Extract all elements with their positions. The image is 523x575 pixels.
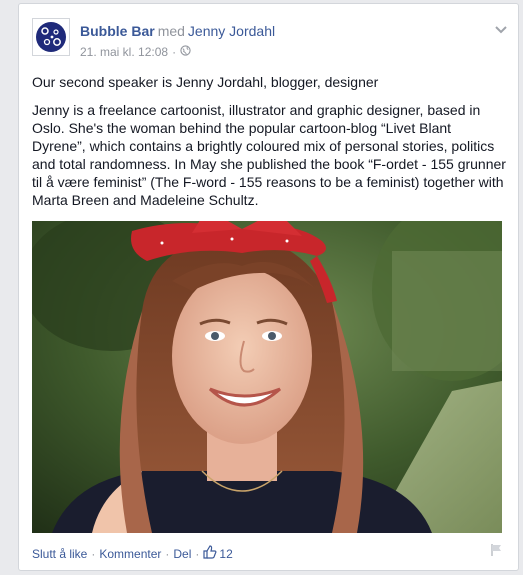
page-name-link[interactable]: Bubble Bar bbox=[80, 23, 155, 39]
bubble-bar-logo bbox=[36, 22, 66, 52]
post-body: Our second speaker is Jenny Jordahl, blo… bbox=[32, 73, 508, 219]
with-word: med bbox=[157, 23, 185, 39]
thumbs-up-icon bbox=[203, 545, 217, 562]
post-card: Bubble Bar med Jenny Jordahl 21. mai kl. 1… bbox=[18, 3, 519, 571]
comment-link[interactable]: Kommenter bbox=[99, 547, 161, 561]
meta-separator: · bbox=[172, 45, 177, 59]
action-separator: · bbox=[91, 546, 96, 561]
post-paragraph-2: Jenny is a freelance cartoonist, illustr… bbox=[32, 102, 506, 208]
flag-icon[interactable] bbox=[490, 543, 504, 562]
post-actions: Slutt å like · Kommenter · Del · 12 bbox=[32, 545, 233, 562]
portrait-photo bbox=[32, 221, 502, 533]
like-count-text[interactable]: 12 bbox=[219, 547, 232, 561]
globe-icon[interactable] bbox=[180, 45, 191, 59]
like-count[interactable]: 12 bbox=[203, 545, 233, 562]
tagged-person-link[interactable]: Jenny Jordahl bbox=[188, 23, 275, 39]
post-meta: 21. mai kl. 12:08 · bbox=[80, 45, 191, 59]
timestamp-link[interactable]: 21. mai kl. 12:08 bbox=[80, 45, 168, 59]
action-separator: · bbox=[195, 546, 200, 561]
page-avatar[interactable] bbox=[32, 18, 70, 56]
chevron-down-icon[interactable] bbox=[494, 22, 508, 34]
action-separator: · bbox=[165, 546, 170, 561]
post-photo[interactable] bbox=[32, 221, 502, 533]
unlike-link[interactable]: Slutt å like bbox=[32, 547, 87, 561]
share-link[interactable]: Del bbox=[173, 547, 191, 561]
post-header: Bubble Bar med Jenny Jordahl bbox=[80, 23, 275, 39]
post-paragraph-1: Our second speaker is Jenny Jordahl, blo… bbox=[32, 74, 379, 90]
